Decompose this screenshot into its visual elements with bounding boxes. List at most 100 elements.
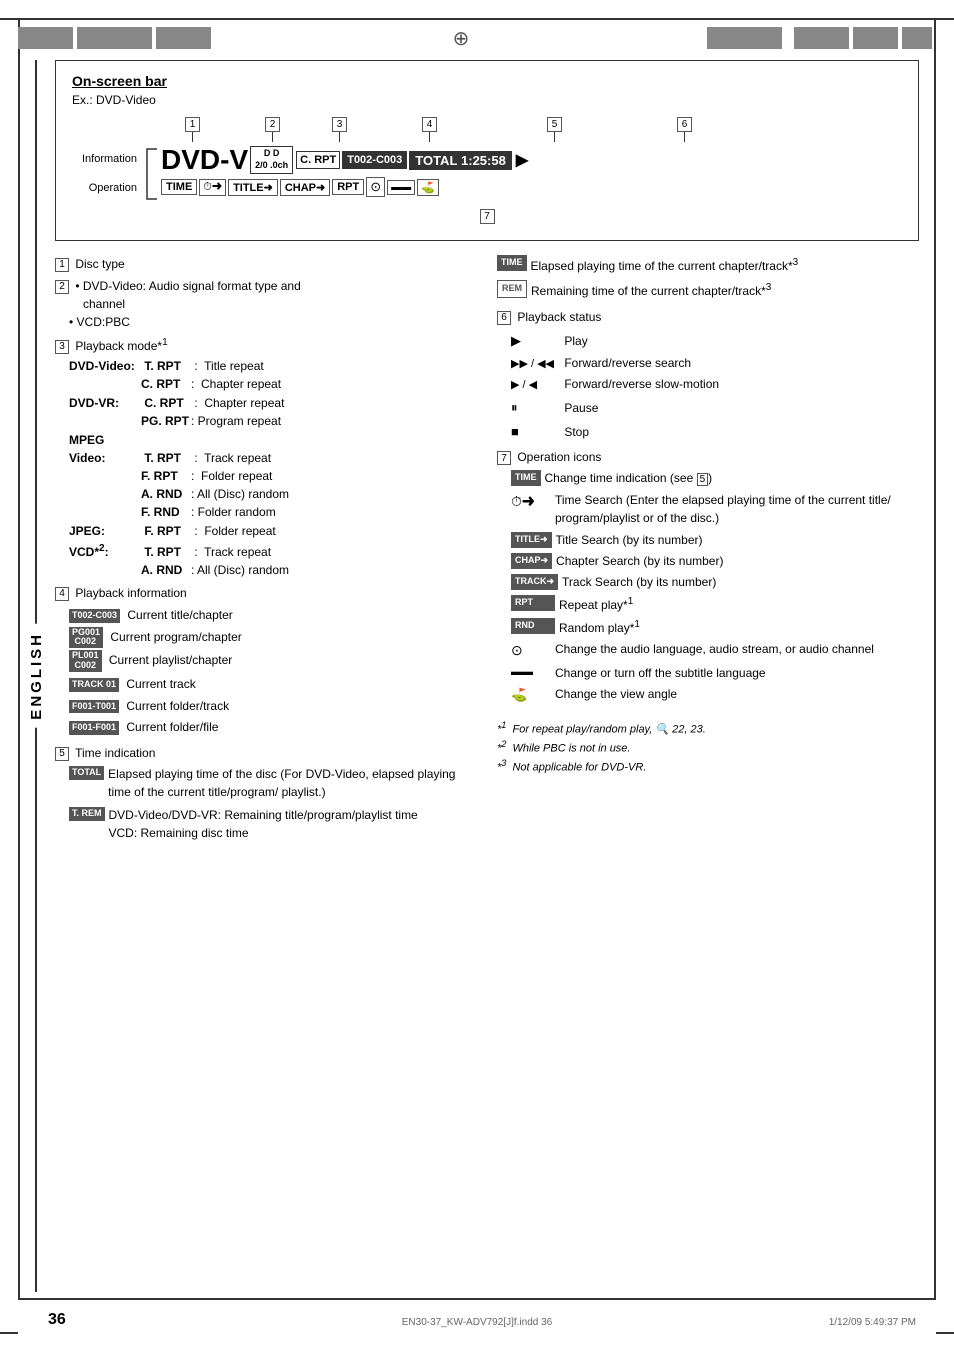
main-content: On-screen bar Ex.: DVD-Video 1 2 3 4 5 6 bbox=[55, 60, 919, 1297]
op-rpt: RPT bbox=[332, 179, 364, 195]
section6: 6 Playback status ▶ Play ▶▶ / ◀◀ Forward… bbox=[497, 308, 919, 443]
number-labels-row: 1 2 3 4 5 6 bbox=[137, 115, 902, 145]
num-tick-6 bbox=[684, 132, 685, 142]
section4-items: T002-C003 Current title/chapter PG001 C0… bbox=[69, 605, 477, 739]
section7: 7 Operation icons TIME Change time indic… bbox=[497, 448, 919, 705]
num-tick-3 bbox=[339, 132, 340, 142]
left-column: 1 Disc type 2 • DVD-Video: Audio signal … bbox=[55, 255, 477, 842]
row-labels: Information Operation bbox=[72, 145, 137, 203]
op-audio-icon: ⊙ bbox=[366, 177, 385, 197]
section4-item2: PG001 C002 Current program/chapter bbox=[69, 627, 477, 649]
mpeg-modes: MPEG Video: T. RPT: Track repeat bbox=[69, 431, 477, 467]
op7-rnd: RND Random play*1 bbox=[511, 617, 919, 637]
header-block-5 bbox=[794, 27, 849, 49]
op-clock-icon: ⏱➜ bbox=[199, 179, 226, 196]
footer-datetime: 1/12/09 5:49:37 PM bbox=[829, 1317, 916, 1328]
num-tick-5 bbox=[554, 132, 555, 142]
rem-badge: REM bbox=[497, 280, 527, 298]
header-block-3 bbox=[156, 27, 211, 49]
op-time: TIME bbox=[161, 179, 197, 195]
mpeg-frpt: F. RPT: Folder repeat bbox=[69, 467, 477, 485]
dvdvr-pgrpt: PG. RPT: Program repeat bbox=[69, 412, 477, 430]
english-sidebar: ENGLISH bbox=[18, 60, 54, 1292]
display-rows: Information Operation DVD-V D D 2/0 .0ch… bbox=[72, 145, 902, 203]
play-arrow: ▶ bbox=[516, 150, 528, 170]
footer-filename: EN30-37_KW-ADV792[J]f.indd 36 bbox=[402, 1317, 552, 1328]
operation-row: TIME ⏱➜ TITLE➜ CHAP➜ RPT ⊙ ▬▬ ⛳ bbox=[161, 177, 902, 197]
num-label-4: 4 bbox=[422, 117, 437, 132]
onscreen-title: On-screen bar bbox=[72, 73, 902, 89]
section4-item6: F001-F001 Current folder/file bbox=[69, 717, 477, 739]
section6-ffrew: ▶▶ / ◀◀ Forward/reverse search bbox=[511, 353, 919, 375]
time-badge-row: TIME Elapsed playing time of the current… bbox=[497, 255, 919, 275]
op7-timesearch: ⏱➜ Time Search (Enter the elapsed playin… bbox=[511, 491, 919, 527]
section6-items: ▶ Play ▶▶ / ◀◀ Forward/reverse search ▶ … bbox=[511, 329, 919, 443]
section6-slowmo: ▶ / ◀ Forward/reverse slow-motion bbox=[511, 374, 919, 396]
op7-chap: CHAP➜ Chapter Search (by its number) bbox=[511, 552, 919, 570]
op7-track: TRACK➜ Track Search (by its number) bbox=[511, 573, 919, 591]
footnotes: *1 For repeat play/random play, 🔍 22, 23… bbox=[497, 719, 919, 776]
section6-label: Playback status bbox=[517, 310, 601, 324]
mpeg-arnd: A. RND: All (Disc) random bbox=[69, 485, 477, 503]
section2: 2 • DVD-Video: Audio signal format type … bbox=[55, 277, 477, 331]
time-badge: TIME bbox=[497, 255, 527, 271]
section1-num: 1 bbox=[55, 258, 69, 272]
jpeg-modes: JPEG: F. RPT: Folder repeat bbox=[69, 522, 477, 540]
section6-play: ▶ Play bbox=[511, 329, 919, 353]
cpt-box: C. RPT bbox=[296, 151, 340, 169]
section4: 4 Playback information T002-C003 Current… bbox=[55, 584, 477, 739]
section2-item1: • DVD-Video: Audio signal format type an… bbox=[75, 279, 300, 293]
vcd-arnd: A. RND: All (Disc) random bbox=[69, 561, 477, 579]
total-time-box: TOTAL 1:25:58 bbox=[409, 151, 512, 170]
footer-line bbox=[18, 1298, 936, 1300]
section3: 3 Playback mode*1 DVD-Video: T. RPT: Tit… bbox=[55, 335, 477, 579]
rem-badge-row: REM Remaining time of the current chapte… bbox=[497, 280, 919, 300]
section4-item4: TRACK 01 Current track bbox=[69, 674, 477, 696]
num-label-1: 1 bbox=[185, 117, 200, 132]
section5-total: TOTAL Elapsed playing time of the disc (… bbox=[69, 765, 477, 801]
op7-rpt: RPT Repeat play*1 bbox=[511, 594, 919, 614]
num-tick-1 bbox=[192, 132, 193, 142]
num-tick-4 bbox=[429, 132, 430, 142]
op7-title: TITLE➜ Title Search (by its number) bbox=[511, 531, 919, 549]
rem-desc: Remaining time of the current chapter/tr… bbox=[531, 280, 771, 300]
section5-label: Time indication bbox=[75, 746, 155, 760]
op7-angle: ⛳ Change the view angle bbox=[511, 685, 919, 705]
op-chap: CHAP➜ bbox=[280, 179, 330, 196]
sidebar-label: ENGLISH bbox=[26, 624, 47, 728]
page-number: 36 bbox=[48, 1311, 66, 1329]
ex-label: Ex.: DVD-Video bbox=[72, 93, 902, 107]
time-desc: Elapsed playing time of the current chap… bbox=[531, 255, 799, 275]
op7-audio: ⊙ Change the audio language, audio strea… bbox=[511, 640, 919, 661]
op-angle-icon: ⛳ bbox=[417, 179, 439, 196]
section7-label: Operation icons bbox=[517, 450, 601, 464]
num-label-2: 2 bbox=[265, 117, 280, 132]
section5: 5 Time indication TOTAL Elapsed playing … bbox=[55, 744, 477, 842]
section4-item1: T002-C003 Current title/chapter bbox=[69, 605, 477, 627]
footnote1: *1 For repeat play/random play, 🔍 22, 23… bbox=[497, 719, 919, 738]
section5-trem: T. REM DVD-Video/DVD-VR: Remaining title… bbox=[69, 806, 477, 842]
num7-area: 7 bbox=[72, 207, 902, 224]
section3-label: Playback mode* bbox=[75, 339, 162, 353]
header-block-1 bbox=[18, 27, 73, 49]
section7-num: 7 bbox=[497, 451, 511, 465]
section7-items: TIME Change time indication (see 5) ⏱➜ T… bbox=[511, 469, 919, 705]
dvd-v-label: DVD-V bbox=[161, 146, 248, 174]
title-chapter-box: T002-C003 bbox=[342, 151, 407, 169]
footnote2: *2 While PBC is not in use. bbox=[497, 738, 919, 757]
section4-label: Playback information bbox=[75, 586, 186, 600]
section4-num: 4 bbox=[55, 587, 69, 601]
display-content: DVD-V D D 2/0 .0ch C. RPT T002-C003 TOTA… bbox=[161, 145, 902, 203]
num-label-7: 7 bbox=[480, 209, 495, 224]
section3-num: 3 bbox=[55, 340, 69, 354]
crosshair-icon: ⊕ bbox=[453, 26, 470, 51]
num-label-5: 5 bbox=[547, 117, 562, 132]
section6-stop: ■ Stop bbox=[511, 420, 919, 444]
audio-info-box: D D 2/0 .0ch bbox=[250, 146, 293, 173]
section5-num: 5 bbox=[55, 747, 69, 761]
bracket-svg bbox=[143, 145, 159, 203]
section1-label: Disc type bbox=[75, 257, 124, 271]
section2-channel: channel bbox=[83, 295, 477, 313]
op-sub-icon: ▬▬ bbox=[387, 180, 415, 195]
section4-item5: F001-T001 Current folder/track bbox=[69, 696, 477, 718]
